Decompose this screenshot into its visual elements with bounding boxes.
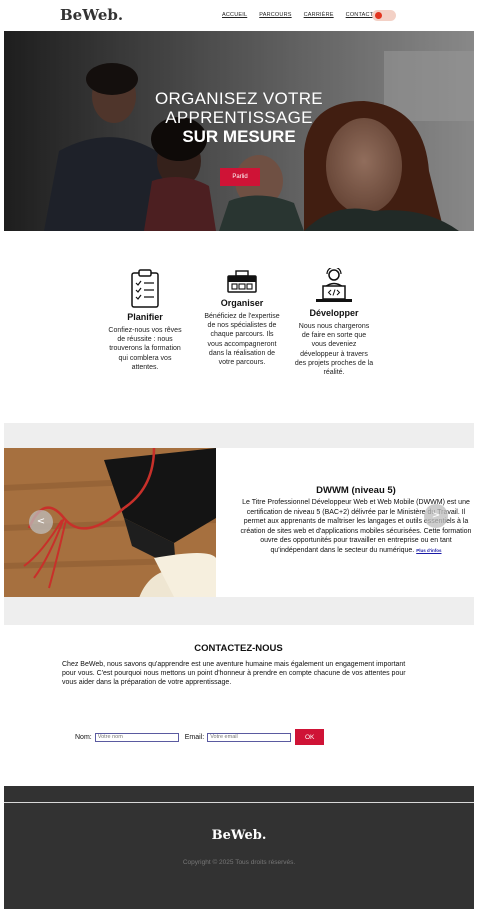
nav-link-parcours[interactable]: PARCOURS: [259, 12, 291, 18]
nav-link-contact[interactable]: CONTACT: [346, 12, 374, 18]
feature-developper: Développer Nous nous chargerons de faire…: [294, 268, 374, 377]
hero-banner: ORGANISEZ VOTRE APPRENTISSAGE SUR MESURE…: [4, 31, 474, 231]
hero-cta-button[interactable]: Parlid: [220, 168, 260, 186]
toggle-knob: [375, 12, 382, 19]
submit-button[interactable]: OK: [295, 729, 325, 745]
brand-logo[interactable]: BeWeb.: [60, 6, 123, 24]
carousel-next-arrow[interactable]: >: [424, 504, 448, 528]
feature-organiser: Organiser Bénéficiez de l'expertise de n…: [204, 268, 280, 367]
navbar: BeWeb. ACCUEIL PARCOURS CARRIÈRE CONTACT: [0, 0, 477, 31]
hero-title: ORGANISEZ VOTRE APPRENTISSAGE SUR MESURE: [4, 89, 474, 147]
name-input[interactable]: [94, 732, 179, 742]
toolbox-icon: [227, 270, 257, 293]
feature-text: Confiez-nous vos rêves de réussite : nou…: [108, 327, 182, 371]
feature-planifier: Planifier Confiez-nous vos rêves de réus…: [108, 268, 182, 372]
carousel-prev-arrow[interactable]: <: [29, 510, 53, 534]
theme-toggle[interactable]: [372, 10, 396, 21]
hero-title-line3: SUR MESURE: [182, 127, 296, 146]
email-input[interactable]: [207, 732, 292, 742]
hero-title-line2: APPRENTISSAGE: [165, 108, 313, 127]
contact-text: Chez BeWeb, nous savons qu'apprendre est…: [62, 661, 406, 687]
hero-title-line1: ORGANISEZ VOTRE: [155, 89, 323, 108]
footer-logo[interactable]: BeWeb.: [4, 828, 474, 843]
email-label: Email:: [184, 733, 205, 741]
footer-divider: [4, 802, 474, 803]
section-divider: [4, 597, 474, 625]
nav-link-accueil[interactable]: ACCUEIL: [222, 12, 247, 18]
feature-title: Organiser: [220, 298, 264, 308]
dwwm-title: DWWM (niveau 5): [316, 485, 396, 496]
developer-laptop-icon: [316, 268, 352, 302]
nav-link-carriere[interactable]: CARRIÈRE: [304, 12, 334, 18]
feature-text: Nous nous chargerons de faire en sorte q…: [294, 323, 374, 377]
clipboard-checklist-icon: [131, 269, 159, 308]
copyright-text: Copyright © 2025 Tous droits réservés.: [182, 859, 296, 866]
more-info-link[interactable]: Plus d'infos: [416, 548, 441, 553]
nav-links: ACCUEIL PARCOURS CARRIÈRE CONTACT: [222, 12, 373, 18]
feature-title: Développer: [309, 308, 359, 318]
contact-title: CONTACTEZ-NOUS: [194, 643, 283, 654]
name-label: Nom:: [75, 733, 92, 741]
footer: BeWeb. Copyright © 2025 Tous droits rése…: [4, 786, 474, 909]
feature-title: Planifier: [127, 312, 163, 322]
section-divider: [4, 423, 474, 448]
feature-text: Bénéficiez de l'expertise de nos spécial…: [204, 313, 280, 367]
contact-form: Nom: Email: OK: [75, 729, 325, 745]
